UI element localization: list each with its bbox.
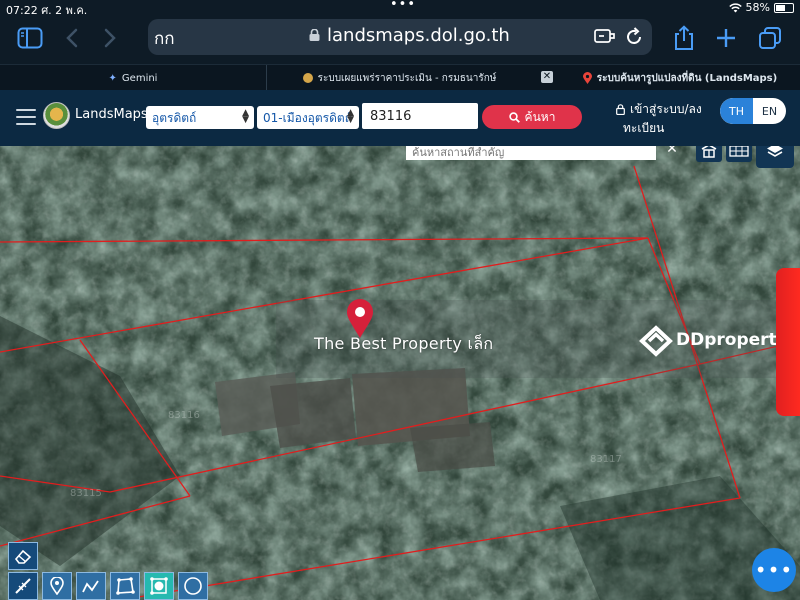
ddproperty-logo-icon (639, 325, 673, 357)
tab-bar: ✦ Gemini ระบบเผยแพร่ราคาประเมิน - กรมธนา… (0, 64, 800, 91)
language-switch[interactable]: TH EN (720, 98, 786, 124)
eraser-tool-icon[interactable] (8, 542, 38, 570)
more-options-button[interactable]: ••• (752, 548, 796, 592)
lang-en-button[interactable]: EN (753, 98, 786, 124)
tab-treasury[interactable]: ระบบเผยแพร่ราคาประเมิน - กรมธนารักษ์ (266, 65, 532, 91)
map-pin-icon (582, 72, 592, 84)
select-chevron-icon: ▲ ▼ (242, 108, 249, 125)
tab-close-button[interactable]: ✕ (541, 71, 553, 83)
side-panel-tab[interactable] (776, 268, 800, 416)
svg-text:83116: 83116 (168, 410, 200, 421)
url-text: landsmaps.dol.go.th (327, 25, 510, 46)
share-icon[interactable] (670, 24, 698, 52)
address-bar[interactable]: กก landsmaps.dol.go.th (148, 19, 652, 55)
svg-text:83117: 83117 (590, 454, 622, 465)
treasury-logo-icon (302, 73, 313, 83)
tab-label: Gemini (121, 72, 158, 84)
polygon-tool-icon[interactable] (110, 572, 140, 600)
search-button[interactable]: ค้นหา (482, 105, 582, 129)
screen: 07:22 ศ. 2 พ.ค. ••• 58% กก landsmaps.dol… (0, 0, 800, 600)
search-icon (508, 111, 520, 123)
select-chevron-icon: ▲ ▼ (347, 108, 354, 125)
ruler-tool-icon[interactable] (8, 572, 38, 600)
reload-icon[interactable] (623, 26, 645, 48)
property-watermark-text: The Best Property เล็ก (314, 334, 494, 353)
menu-icon[interactable] (16, 109, 36, 125)
lock-icon (616, 104, 625, 115)
polyline-tool-icon[interactable] (76, 572, 106, 600)
lang-th-button[interactable]: TH (720, 98, 753, 124)
tab-landsmaps[interactable]: ระบบค้นหารูปแปลงที่ดิน (LandsMaps) (560, 65, 800, 91)
status-right: 58% (728, 1, 794, 14)
status-bar: 07:22 ศ. 2 พ.ค. ••• 58% (0, 0, 800, 17)
layers-icon[interactable] (756, 146, 794, 168)
ddproperty-watermark: DDproperty (676, 330, 788, 350)
login-label-2: ทะเบียน (623, 121, 665, 135)
forward-icon[interactable] (96, 24, 124, 52)
parcel-number-input[interactable] (362, 103, 478, 129)
district-select[interactable]: 01-เมืองอุตรดิตถ์ ▲ ▼ (257, 106, 359, 129)
tab-overview-icon[interactable] (756, 24, 784, 52)
place-search-input[interactable] (406, 146, 656, 160)
tab-gemini[interactable]: ✦ Gemini (0, 65, 266, 91)
reader-settings-button[interactable]: กก (154, 25, 175, 52)
district-value: 01-เมืองอุตรดิตถ์ (263, 111, 352, 125)
browser-toolbar: กก landsmaps.dol.go.th (0, 16, 800, 64)
battery-percent: 58% (745, 1, 770, 14)
gemini-sparkle-icon: ✦ (108, 72, 117, 84)
circle-tool-icon[interactable] (178, 572, 208, 600)
brand-name: LandsMaps (75, 107, 148, 122)
wifi-icon (728, 2, 742, 12)
province-select[interactable]: อุตรดิตถ์ ▲ ▼ (146, 106, 254, 129)
new-tab-icon[interactable] (712, 24, 740, 52)
place-marker-tool-icon[interactable] (42, 572, 72, 600)
circle-marker-tool-icon[interactable] (144, 572, 174, 600)
satellite-map[interactable]: 83116 83117 83115 ✕ The Best Property เล… (0, 146, 800, 600)
login-label-1: เข้าสู่ระบบ/ลง (630, 102, 702, 116)
svg-text:83115: 83115 (70, 488, 102, 499)
province-value: อุตรดิตถ์ (152, 111, 197, 125)
tab-label: ระบบเผยแพร่ราคาประเมิน - กรมธนารักษ์ (317, 72, 497, 84)
multitasking-dots-icon[interactable]: ••• (390, 0, 416, 12)
grid-icon[interactable] (726, 146, 752, 162)
extension-icon[interactable] (594, 27, 616, 45)
search-button-label: ค้นหา (524, 109, 556, 124)
landsmaps-header: LandsMaps อุตรดิตถ์ ▲ ▼ 01-เมืองอุตรดิตถ์… (0, 90, 800, 146)
tab-label: ระบบค้นหารูปแปลงที่ดิน (LandsMaps) (596, 72, 778, 84)
lock-icon (309, 29, 320, 41)
login-link[interactable]: เข้าสู่ระบบ/ลง ทะเบียน (616, 100, 706, 138)
building-icon[interactable] (696, 146, 722, 162)
battery-icon (774, 2, 794, 13)
back-icon[interactable] (58, 24, 86, 52)
place-search-close-button[interactable]: ✕ (658, 146, 686, 160)
sidebar-toggle-icon[interactable] (16, 24, 44, 52)
dol-logo (43, 102, 70, 129)
